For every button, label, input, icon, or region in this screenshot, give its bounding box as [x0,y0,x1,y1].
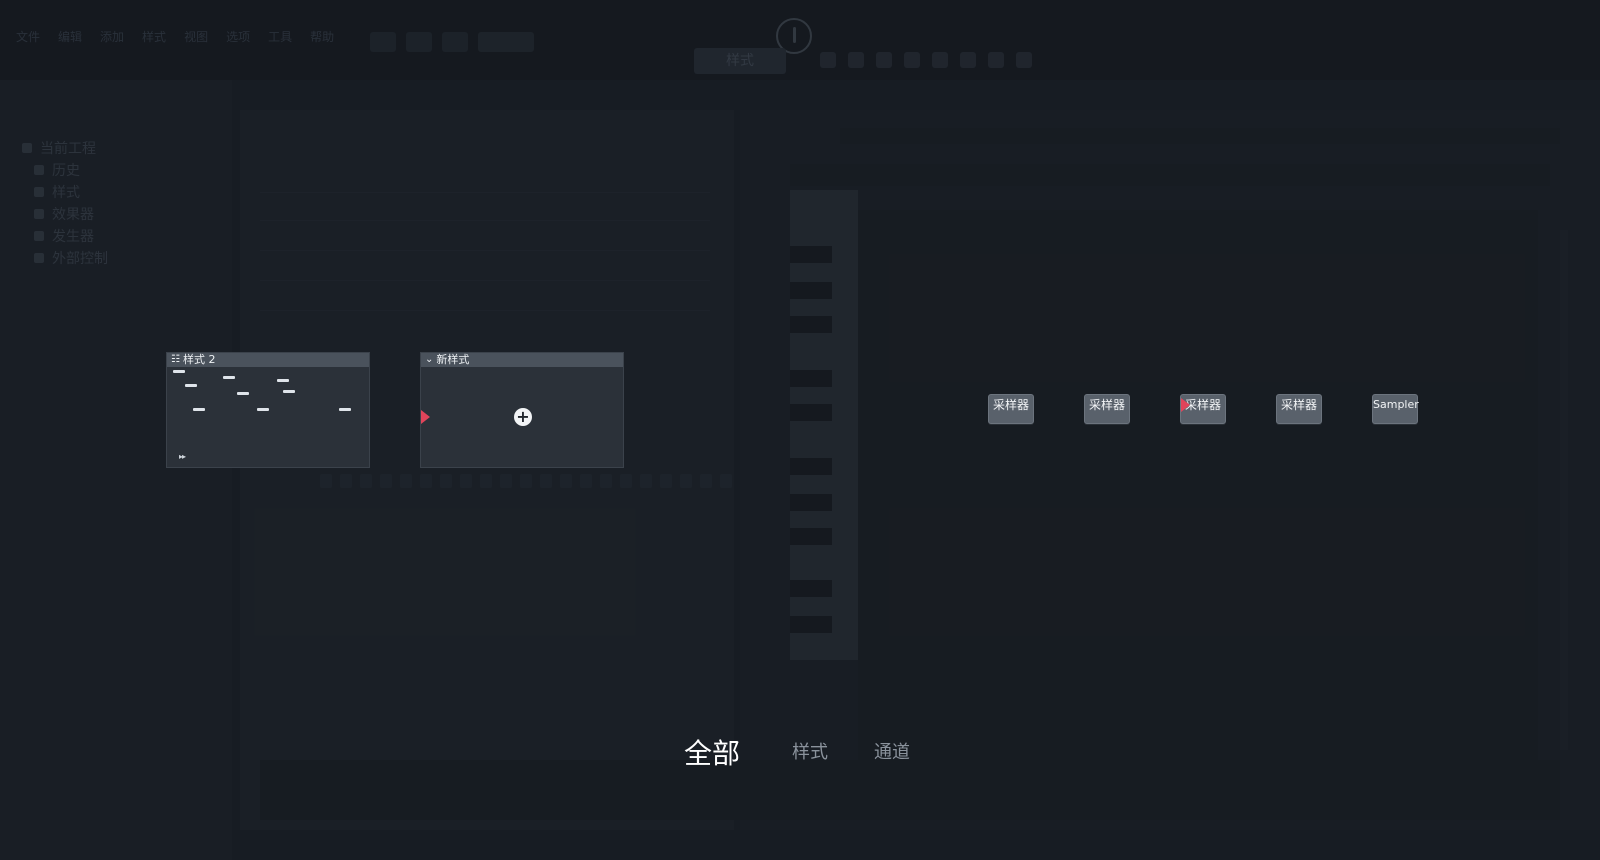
note-bar [237,392,249,395]
note-bar [277,379,289,382]
channel-button[interactable]: 采样器 [1276,394,1322,424]
channel-button[interactable]: Sampler [1372,394,1419,424]
note-bar [283,390,295,393]
app-window: 文件 编辑 添加 样式 视图 选项 工具 帮助 样式 当前工程 历史 样式 效果… [0,0,1600,860]
play-marker-icon [1181,398,1190,412]
tab-channels[interactable]: 通道 [874,738,910,764]
pattern-title: 样式 2 [182,353,216,366]
note-bar [339,408,351,411]
pattern-title: 新样式 [436,353,470,366]
chevron-down-icon[interactable]: ⌄ [425,353,433,367]
pattern-icon: ☷ [171,354,180,365]
play-marker-icon [421,410,430,424]
pattern-card-2[interactable]: ☷ 样式 2 ▸▸ [166,352,370,468]
note-bar [185,384,197,387]
note-bar [257,408,269,411]
pattern-card-header: ⌄ 新样式 [421,353,623,367]
filter-tabs: 全部 样式 通道 [0,737,1600,778]
tab-all[interactable]: 全部 [684,732,740,772]
channel-button[interactable]: 采样器 [988,394,1034,424]
note-bar [223,376,235,379]
tab-patterns[interactable]: 样式 [792,738,828,764]
drag-handle-icon[interactable]: ▸▸ [179,452,186,461]
channel-button[interactable]: 采样器 [1084,394,1130,424]
note-bar [173,370,185,373]
add-pattern-button[interactable]: + [514,408,532,426]
note-bar [193,408,205,411]
pattern-card-header: ☷ 样式 2 [167,353,369,367]
